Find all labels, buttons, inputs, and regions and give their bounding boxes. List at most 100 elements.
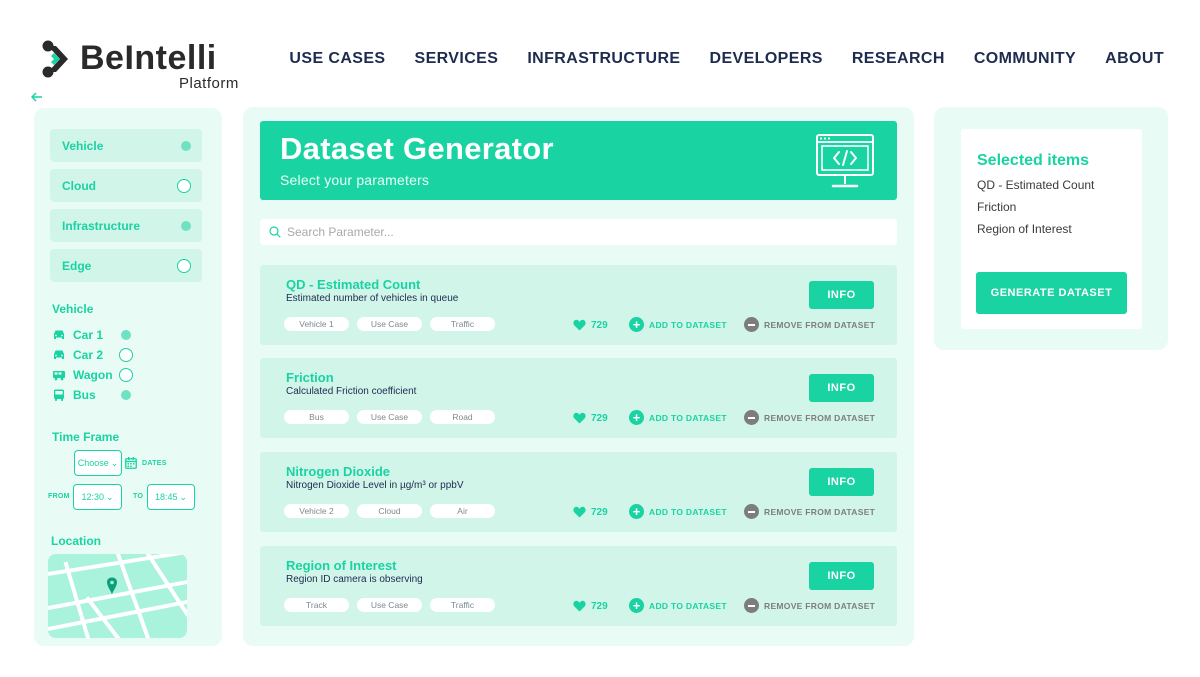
vehicle-label: Bus [73, 388, 96, 402]
category-edge[interactable]: Edge [50, 249, 202, 282]
chevron-down-icon: ⌄ [179, 491, 188, 502]
category-radio[interactable] [181, 140, 191, 151]
vehicle-radio[interactable] [121, 330, 131, 340]
card-description: Calculated Friction coefficient [286, 386, 417, 397]
tag[interactable]: Road [430, 410, 495, 424]
info-button[interactable]: INFO [809, 562, 874, 590]
category-infrastructure[interactable]: Infrastructure [50, 209, 202, 242]
vehicle-wagon[interactable]: Wagon [52, 367, 133, 383]
info-button[interactable]: INFO [809, 374, 874, 402]
brand-logo[interactable]: BeIntelli Platform [42, 38, 252, 94]
category-radio[interactable] [177, 258, 191, 273]
category-radio[interactable] [177, 178, 191, 193]
parameter-card-region-of-interest: Region of Interest Region ID camera is o… [260, 546, 897, 626]
tag[interactable]: Cloud [357, 504, 422, 518]
nav-use-cases[interactable]: USE CASES [289, 50, 385, 68]
car-icon [54, 350, 64, 359]
nav-services[interactable]: SERVICES [415, 50, 499, 68]
search-input[interactable] [287, 225, 867, 239]
remove-from-dataset-button[interactable]: REMOVE FROM DATASET [744, 504, 875, 519]
from-time-select[interactable]: 12:30 ⌄ [73, 484, 122, 510]
to-time-value: 18:45 [154, 492, 178, 502]
date-select[interactable]: Choose ⌄ [74, 450, 122, 476]
category-label: Edge [62, 258, 92, 273]
vehicle-car-2[interactable]: Car 2 [52, 347, 133, 363]
category-label: Infrastructure [62, 218, 141, 233]
add-to-dataset-button[interactable]: + ADD TO DATASET [629, 598, 727, 613]
minus-icon [744, 504, 759, 519]
chevron-down-icon: ⌄ [105, 491, 114, 502]
tag[interactable]: Vehicle 2 [284, 504, 349, 518]
selected-items-panel: Selected items QD - Estimated Count Fric… [934, 107, 1168, 350]
tag[interactable]: Traffic [430, 317, 495, 331]
card-title: Nitrogen Dioxide [286, 464, 391, 479]
category-cloud[interactable]: Cloud [50, 169, 202, 202]
card-title: Region of Interest [286, 558, 397, 573]
tag[interactable]: Use Case [357, 410, 422, 424]
vehicle-radio[interactable] [121, 390, 131, 400]
info-button[interactable]: INFO [809, 468, 874, 496]
like-button[interactable]: 729 [573, 412, 608, 424]
from-label: FROM [48, 493, 70, 500]
add-label: ADD TO DATASET [649, 412, 727, 423]
tag[interactable]: Use Case [357, 598, 422, 612]
nav-infrastructure[interactable]: INFRASTRUCTURE [527, 50, 680, 68]
parameter-search [260, 219, 897, 245]
nav-community[interactable]: COMMUNITY [974, 50, 1076, 68]
vehicle-radio[interactable] [119, 348, 133, 362]
vehicle-section-title: Vehicle [52, 302, 94, 316]
tag[interactable]: Traffic [430, 598, 495, 612]
like-count: 729 [591, 506, 608, 518]
add-to-dataset-button[interactable]: + ADD TO DATASET [629, 504, 727, 519]
code-monitor-icon [816, 134, 874, 188]
to-time-select[interactable]: 18:45 ⌄ [147, 484, 195, 510]
vehicle-radio[interactable] [119, 368, 133, 382]
parameter-card-nitrogen-dioxide: Nitrogen Dioxide Nitrogen Dioxide Level … [260, 452, 897, 532]
brand-subtitle: Platform [179, 75, 239, 92]
category-radio[interactable] [181, 220, 191, 231]
category-label: Cloud [62, 178, 96, 193]
date-select-value: Choose [77, 458, 109, 468]
like-count: 729 [591, 600, 608, 612]
selected-items-card: Selected items QD - Estimated Count Fric… [961, 129, 1142, 329]
like-button[interactable]: 729 [573, 319, 608, 331]
from-time-value: 12:30 [81, 492, 104, 502]
calendar-icon[interactable] [125, 457, 137, 469]
add-label: ADD TO DATASET [649, 506, 727, 517]
tag[interactable]: Air [430, 504, 495, 518]
vehicle-label: Wagon [73, 368, 113, 382]
selected-item: QD - Estimated Count [977, 178, 1095, 192]
add-label: ADD TO DATASET [649, 600, 727, 611]
minus-icon [744, 317, 759, 332]
plus-icon: + [629, 504, 644, 519]
add-to-dataset-button[interactable]: + ADD TO DATASET [629, 410, 727, 425]
remove-label: REMOVE FROM DATASET [764, 319, 876, 330]
like-button[interactable]: 729 [573, 506, 608, 518]
plus-icon: + [629, 410, 644, 425]
card-description: Nitrogen Dioxide Level in µg/m³ or ppbV [286, 480, 464, 491]
remove-from-dataset-button[interactable]: REMOVE FROM DATASET [744, 598, 875, 613]
remove-from-dataset-button[interactable]: REMOVE FROM DATASET [744, 410, 875, 425]
category-vehicle[interactable]: Vehicle [50, 129, 202, 162]
arrow-left-icon[interactable] [30, 90, 43, 104]
info-button[interactable]: INFO [809, 281, 874, 309]
tag[interactable]: Vehicle 1 [284, 317, 349, 331]
remove-label: REMOVE FROM DATASET [764, 412, 876, 423]
tag[interactable]: Bus [284, 410, 349, 424]
vehicle-bus[interactable]: Bus [52, 387, 131, 403]
like-count: 729 [591, 319, 608, 331]
remove-from-dataset-button[interactable]: REMOVE FROM DATASET [744, 317, 875, 332]
nav-about[interactable]: ABOUT [1105, 50, 1164, 68]
nav-research[interactable]: RESEARCH [852, 50, 945, 68]
tag[interactable]: Use Case [357, 317, 422, 331]
car-icon [54, 330, 64, 339]
like-button[interactable]: 729 [573, 600, 608, 612]
tag[interactable]: Track [284, 598, 349, 612]
nav-developers[interactable]: DEVELOPERS [709, 50, 822, 68]
vehicle-car-1[interactable]: Car 1 [52, 327, 131, 343]
add-to-dataset-button[interactable]: + ADD TO DATASET [629, 317, 727, 332]
generate-dataset-button[interactable]: GENERATE DATASET [976, 272, 1127, 314]
wagon-icon [53, 371, 65, 381]
location-map[interactable] [48, 554, 187, 638]
like-count: 729 [591, 412, 608, 424]
